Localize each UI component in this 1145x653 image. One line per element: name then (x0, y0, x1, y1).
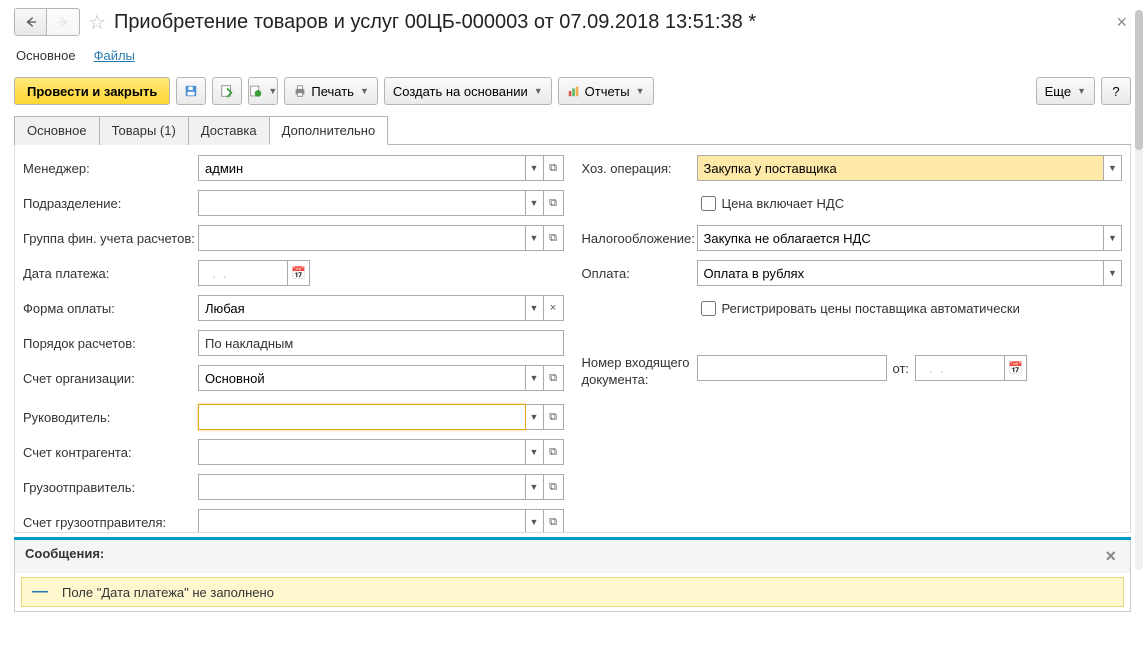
business-op-label: Хоз. операция: (582, 161, 697, 176)
head-label: Руководитель: (23, 410, 198, 425)
payment-dropdown[interactable]: ▼ (1104, 260, 1122, 286)
post-button[interactable] (212, 77, 242, 105)
counterparty-account-dropdown[interactable]: ▼ (526, 439, 544, 465)
department-dropdown[interactable]: ▼ (526, 190, 544, 216)
tab-additional[interactable]: Дополнительно (269, 116, 389, 145)
head-open[interactable]: ⧉ (544, 404, 564, 430)
reports-button[interactable]: Отчеты▼ (558, 77, 654, 105)
payment-date-input[interactable] (198, 260, 288, 286)
payment-date-label: Дата платежа: (23, 266, 198, 281)
payment-input[interactable] (697, 260, 1105, 286)
shipper-account-dropdown[interactable]: ▼ (526, 509, 544, 533)
register-prices-checkbox[interactable] (701, 301, 716, 316)
payment-label: Оплата: (582, 266, 697, 281)
manager-input[interactable] (198, 155, 526, 181)
business-op-input[interactable] (697, 155, 1105, 181)
tab-delivery[interactable]: Доставка (188, 116, 270, 145)
fin-group-label: Группа фин. учета расчетов: (23, 231, 198, 246)
help-button[interactable]: ? (1101, 77, 1131, 105)
topnav-main[interactable]: Основное (16, 48, 76, 63)
shipper-open[interactable]: ⧉ (544, 474, 564, 500)
nav-back-button[interactable] (15, 9, 47, 35)
shipper-dropdown[interactable]: ▼ (526, 474, 544, 500)
incoming-doc-date-input[interactable] (915, 355, 1005, 381)
scroll-thumb[interactable] (1135, 10, 1143, 150)
payment-form-input[interactable] (198, 295, 526, 321)
messages-close-icon[interactable]: × (1101, 546, 1120, 567)
business-op-dropdown[interactable]: ▼ (1104, 155, 1122, 181)
register-prices-label: Регистрировать цены поставщика автоматич… (722, 301, 1020, 316)
document-status-button[interactable]: ▼ (248, 77, 278, 105)
payment-form-label: Форма оплаты: (23, 301, 198, 316)
shipper-input[interactable] (198, 474, 526, 500)
payment-form-clear[interactable]: × (544, 295, 564, 321)
create-based-on-button[interactable]: Создать на основании▼ (384, 77, 552, 105)
fin-group-input[interactable] (198, 225, 526, 251)
org-account-dropdown[interactable]: ▼ (526, 365, 544, 391)
save-button[interactable] (176, 77, 206, 105)
fin-group-open[interactable]: ⧉ (544, 225, 564, 251)
taxation-dropdown[interactable]: ▼ (1104, 225, 1122, 251)
print-label: Печать (311, 84, 354, 99)
settlement-order-value: По накладным (198, 330, 564, 356)
vat-included-label: Цена включает НДС (722, 196, 845, 211)
org-account-input[interactable] (198, 365, 526, 391)
manager-open[interactable]: ⧉ (544, 155, 564, 181)
payment-date-calendar[interactable]: 📅 (288, 260, 310, 286)
incoming-doc-no-input[interactable] (697, 355, 887, 381)
incoming-doc-label: Номер входящего документа: (582, 355, 697, 389)
counterparty-account-label: Счет контрагента: (23, 445, 198, 460)
settlement-order-label: Порядок расчетов: (23, 336, 198, 351)
counterparty-account-open[interactable]: ⧉ (544, 439, 564, 465)
shipper-account-label: Счет грузоотправителя: (23, 515, 198, 530)
reports-label: Отчеты (585, 84, 630, 99)
message-text: Поле "Дата платежа" не заполнено (62, 585, 274, 600)
print-button[interactable]: Печать▼ (284, 77, 378, 105)
taxation-label: Налогообложение: (582, 231, 697, 246)
scrollbar[interactable] (1135, 10, 1143, 570)
org-account-open[interactable]: ⧉ (544, 365, 564, 391)
vat-included-checkbox[interactable] (701, 196, 716, 211)
page-title: Приобретение товаров и услуг 00ЦБ-000003… (114, 11, 1105, 34)
department-open[interactable]: ⧉ (544, 190, 564, 216)
from-label: от: (893, 361, 910, 376)
incoming-doc-date-calendar[interactable]: 📅 (1005, 355, 1027, 381)
org-account-label: Счет организации: (23, 371, 198, 386)
counterparty-account-input[interactable] (198, 439, 526, 465)
head-input[interactable] (198, 404, 526, 430)
head-dropdown[interactable]: ▼ (526, 404, 544, 430)
payment-form-dropdown[interactable]: ▼ (526, 295, 544, 321)
department-input[interactable] (198, 190, 526, 216)
manager-label: Менеджер: (23, 161, 198, 176)
shipper-label: Грузоотправитель: (23, 480, 198, 495)
fin-group-dropdown[interactable]: ▼ (526, 225, 544, 251)
message-dash-icon: — (32, 583, 48, 601)
close-icon[interactable]: × (1112, 12, 1131, 33)
nav-forward-button (47, 9, 79, 35)
favorite-star-icon[interactable]: ☆ (88, 10, 106, 35)
topnav-files[interactable]: Файлы (94, 48, 135, 63)
more-button[interactable]: Еще▼ (1036, 77, 1095, 105)
create-based-on-label: Создать на основании (393, 84, 528, 99)
message-item[interactable]: — Поле "Дата платежа" не заполнено (21, 577, 1124, 607)
manager-dropdown[interactable]: ▼ (526, 155, 544, 181)
taxation-input[interactable] (697, 225, 1105, 251)
more-label: Еще (1045, 84, 1071, 99)
post-and-close-button[interactable]: Провести и закрыть (14, 77, 170, 105)
department-label: Подразделение: (23, 196, 198, 211)
shipper-account-input[interactable] (198, 509, 526, 533)
messages-header: Сообщения: (25, 546, 104, 567)
shipper-account-open[interactable]: ⧉ (544, 509, 564, 533)
tab-goods[interactable]: Товары (1) (99, 116, 189, 145)
tab-main[interactable]: Основное (14, 116, 100, 145)
